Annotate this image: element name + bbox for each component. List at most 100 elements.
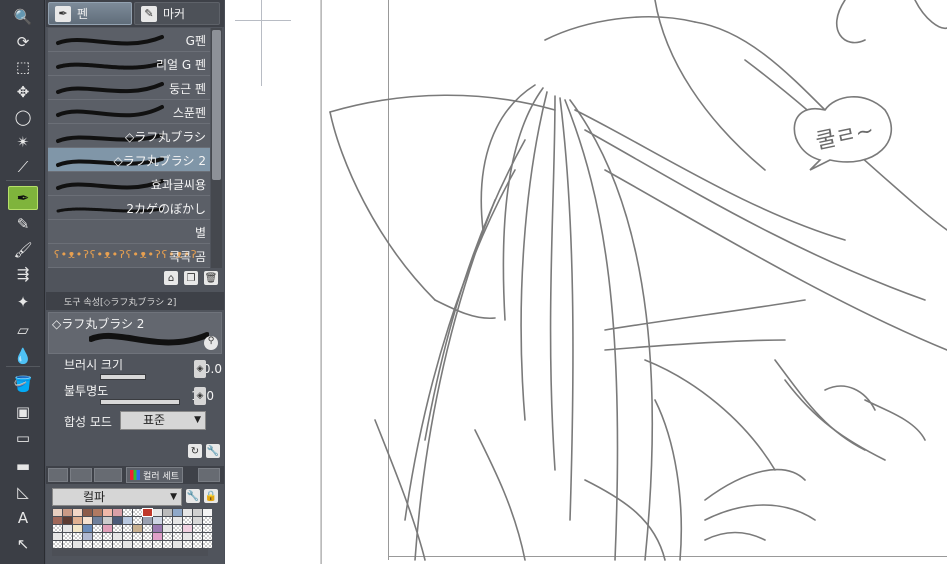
color-swatch[interactable] [193,541,202,548]
color-swatch[interactable] [53,509,62,516]
balloon-icon[interactable]: ↖ [8,532,38,556]
eraser-icon[interactable]: ▱ [8,318,38,342]
tab-intermediate-color[interactable] [198,468,220,482]
color-swatch[interactable] [123,541,132,548]
rotate-icon[interactable]: ⟳ [8,30,38,54]
color-swatch[interactable] [153,533,162,540]
brush-size-spinner[interactable]: ◈ [194,360,206,378]
drawing-canvas[interactable]: 쿨ㄹ~ [225,0,947,564]
brush-item[interactable]: 별 [48,220,210,244]
color-swatch[interactable] [173,541,182,548]
tab-color-set[interactable]: 컬러 세트 [126,467,183,483]
color-swatch[interactable] [143,533,152,540]
color-swatch[interactable] [133,517,142,524]
color-swatch[interactable] [93,541,102,548]
color-swatch[interactable] [73,509,82,516]
brush-icon[interactable]: 🖌 [8,238,38,262]
color-swatch[interactable] [93,525,102,532]
color-swatch[interactable] [143,525,152,532]
gradient-icon[interactable]: ▣ [8,400,38,424]
color-swatch[interactable] [183,525,192,532]
color-swatch[interactable] [193,509,202,516]
color-swatch[interactable] [93,509,102,516]
color-swatch[interactable] [163,509,172,516]
brush-item[interactable]: 둥근 펜 [48,76,210,100]
color-swatch[interactable] [73,541,82,548]
color-swatch[interactable] [163,533,172,540]
color-swatch[interactable] [203,533,212,540]
color-swatch[interactable] [183,533,192,540]
color-swatch[interactable] [83,517,92,524]
color-swatch[interactable] [133,525,142,532]
color-swatch[interactable] [133,541,142,548]
color-swatch[interactable] [113,541,122,548]
color-swatch[interactable] [53,517,62,524]
color-swatch[interactable] [153,509,162,516]
brush-item[interactable]: 2カゲのぼかし [48,196,210,220]
color-swatch[interactable] [173,533,182,540]
color-swatch[interactable] [163,541,172,548]
color-swatch[interactable] [63,525,72,532]
brush-item[interactable]: ◇ラフ丸ブラシ [48,124,210,148]
color-swatch[interactable] [183,541,192,548]
trash-icon[interactable]: 🗑 [204,271,218,285]
color-swatch[interactable] [103,541,112,548]
color-swatch[interactable] [113,525,122,532]
color-swatch[interactable] [183,509,192,516]
color-swatch[interactable] [113,517,122,524]
magic-wand-icon[interactable]: ✴ [8,130,38,154]
color-swatch[interactable] [173,525,182,532]
frame-icon[interactable]: ▬ [8,454,38,478]
airbrush-icon[interactable]: ⇶ [8,262,38,286]
lock-icon[interactable]: 🔒 [204,489,218,503]
opacity-spinner[interactable]: ◈ [194,387,206,405]
color-swatch[interactable] [83,509,92,516]
blend-icon[interactable]: 💧 [8,344,38,368]
color-swatch[interactable] [63,509,72,516]
color-swatch[interactable] [153,525,162,532]
tab-pen[interactable]: ✒ 펜 [48,2,132,25]
tab-marker[interactable]: ✎ 마커 [134,2,220,25]
zoom-icon[interactable]: 🔍 [8,5,38,29]
blend-mode-select[interactable]: 표준 ▼ [120,411,206,430]
add-material-icon[interactable]: ⌂ [164,271,178,285]
color-swatch[interactable] [142,508,153,517]
color-swatch[interactable] [203,509,212,516]
reset-icon[interactable]: ↻ [188,444,202,458]
color-swatch[interactable] [83,533,92,540]
tab-color-slider[interactable] [94,468,122,482]
move-icon[interactable]: ⬚ [8,55,38,79]
scrollbar-thumb[interactable] [212,30,221,180]
color-swatch[interactable] [63,517,72,524]
decoration-icon[interactable]: ✦ [8,290,38,314]
color-swatch[interactable] [103,525,112,532]
color-swatch[interactable] [53,541,62,548]
color-swatch[interactable] [203,525,212,532]
pen-icon[interactable]: ✒ [8,186,38,210]
object-icon[interactable]: ✥ [8,80,38,104]
wrench-icon[interactable]: 🔧 [206,444,220,458]
color-swatch[interactable] [133,509,142,516]
color-swatch[interactable] [173,517,182,524]
brush-item[interactable]: 리얼 G 펜 [48,52,210,76]
pencil-icon[interactable]: ✎ [8,212,38,236]
color-swatch[interactable] [103,517,112,524]
color-swatch[interactable] [203,517,212,524]
color-swatch[interactable] [143,541,152,548]
brush-size-slider[interactable] [100,374,146,380]
color-swatch[interactable] [93,517,102,524]
color-swatch[interactable] [83,541,92,548]
color-swatch[interactable] [113,533,122,540]
tab-color-wheel[interactable] [48,468,68,482]
wrench-icon[interactable]: 🔧 [186,489,200,503]
color-swatch[interactable] [53,533,62,540]
color-swatch[interactable] [193,525,202,532]
shape-icon[interactable]: ▭ [8,426,38,450]
color-swatch[interactable] [73,525,82,532]
brush-size-value[interactable]: 20.0 [150,362,222,376]
color-swatch[interactable] [163,525,172,532]
color-swatch[interactable] [173,509,182,516]
color-swatch[interactable] [133,533,142,540]
color-swatch[interactable] [63,541,72,548]
brush-item[interactable]: G펜 [48,28,210,52]
